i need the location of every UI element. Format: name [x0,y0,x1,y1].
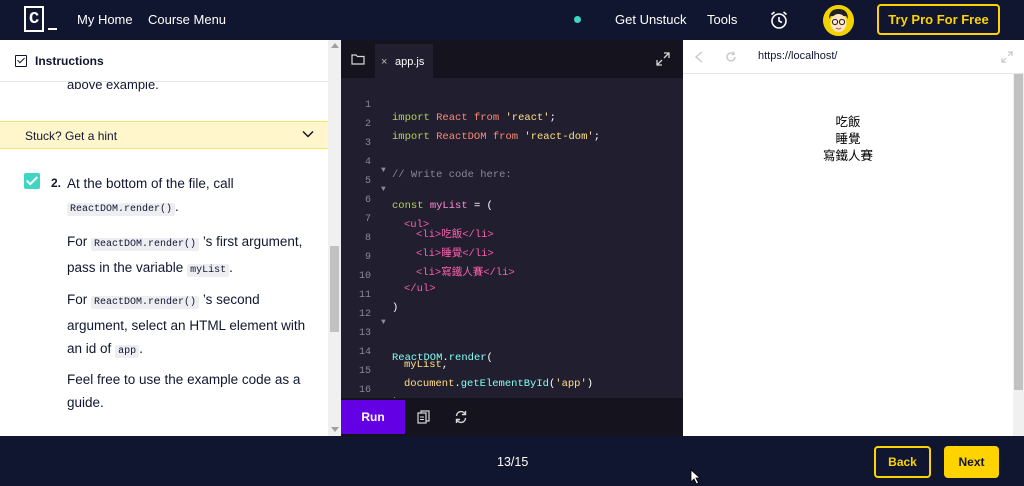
editor-action-bar: Run [341,398,683,436]
tab-label: app.js [395,56,425,68]
avatar-face-icon [823,5,854,36]
copy-code-icon[interactable] [417,410,430,424]
browser-url[interactable]: https://localhost/ [758,50,838,62]
expand-icon[interactable] [1001,51,1013,63]
reset-code-icon[interactable] [454,410,468,424]
code-line: 6 ▼ <ul> [341,183,683,231]
hint-label: Stuck? Get a hint [25,129,118,143]
code-line: 14 myList, [341,335,683,371]
p2-text-a: For [67,234,88,249]
run-button[interactable]: Run [341,400,405,434]
scroll-down-arrow[interactable] [331,427,339,432]
tab-app-js[interactable]: × app.js [375,44,433,78]
code-line: 13 ▼ ReactDOM.render( [341,316,683,364]
fold-arrow-icon[interactable]: ▼ [381,185,386,194]
try-pro-button[interactable]: Try Pro For Free [877,4,1000,35]
code-editor: × app.js 1 import React from 'react'; 2 … [341,40,683,436]
code-line: 3 [341,126,683,149]
lesson-progress: 13/15 [497,455,529,469]
status-dot [574,16,581,23]
chevron-down-icon [302,130,314,138]
fold-arrow-icon[interactable]: ▼ [381,166,386,175]
close-icon[interactable]: × [381,56,387,68]
task-number: 2. [51,176,62,190]
browser-scrollbar[interactable] [1013,74,1024,436]
instructions-scrollbar[interactable] [328,40,341,436]
task-checkbox[interactable] [24,173,40,189]
instructions-header: Instructions [0,40,328,82]
task-paragraph-1: At the bottom of the file, call ReactDOM… [67,172,317,221]
code-line: 10 </ul> [341,259,683,295]
expand-icon[interactable] [656,52,670,66]
instructions-panel: above example. Instructions Stuck? Get a… [0,40,341,436]
nav-my-home[interactable]: My Home [77,12,133,27]
bottom-bar: 13/15 Back Next [0,436,1024,486]
p3-text-a: For [67,292,88,307]
back-button[interactable]: Back [874,446,931,478]
instructions-check-icon [15,55,27,67]
instructions-title: Instructions [35,54,104,68]
p1-code: ReactDOM.render() [67,203,176,216]
code-line: 11 ) [341,278,683,314]
logo-underscore [48,28,57,30]
p2-code-2: myList [187,264,230,277]
browser-back-icon[interactable] [694,51,704,63]
hint-toggle[interactable]: Stuck? Get a hint [0,121,328,149]
code-line: 15 document.getElementById('app') [341,354,683,390]
p3-end: . [139,341,143,356]
nav-course-menu[interactable]: Course Menu [148,12,226,27]
scrollbar-thumb[interactable] [330,246,339,332]
code-line: 4 // Write code here: [341,145,683,181]
nav-get-unstuck[interactable]: Get Unstuck [615,12,687,27]
code-line: 1 import React from 'react'; [341,88,683,124]
code-line: 7 <li>吃飯</li> [341,202,683,241]
scrollbar-thumb[interactable] [1014,74,1023,390]
folder-icon[interactable] [351,53,365,65]
task-paragraph-2: For ReactDOM.render() ’s first argument,… [67,230,317,282]
next-button[interactable]: Next [944,446,999,478]
editor-tab-bar: × app.js [341,40,683,78]
task-paragraph-3: For ReactDOM.render() ’s second argument… [67,288,317,363]
code-line: 16 ); [341,373,683,409]
p2-code: ReactDOM.render() [91,238,200,251]
browser-toolbar: https://localhost/ [683,40,1024,74]
fold-arrow-icon[interactable]: ▼ [381,318,386,327]
alarm-clock-icon[interactable] [769,10,789,30]
scroll-up-arrow[interactable] [331,43,339,48]
mouse-cursor-icon [690,469,702,485]
p1-text: At the bottom of the file, call [67,176,234,191]
top-navbar: C My Home Course Menu Get Unstuck Tools … [0,0,1024,40]
code-line: 9 <li>寫鐵人賽</li> [341,240,683,279]
task-paragraph-4: Feel free to use the example code as a g… [67,372,301,410]
code-line: 12 [341,297,683,320]
p3-code: ReactDOM.render() [91,296,200,309]
code-text-area[interactable]: 1 import React from 'react'; 2 import Re… [341,88,683,409]
p1-end: . [175,199,179,214]
nav-tools[interactable]: Tools [707,12,737,27]
p3-code-2: app [115,345,140,358]
code-line: 2 import ReactDOM from 'react-dom'; [341,107,683,143]
logo-letter: C [29,10,40,29]
codecademy-logo[interactable]: C [24,6,58,34]
code-line: 5 ▼ const myList = ( [341,164,683,212]
p2-end: . [229,260,233,275]
browser-preview: https://localhost/ 吃飯 睡覺 寫鐵人賽 [683,40,1024,436]
line-number: 16 [358,385,371,396]
code-line: 8 <li>睡覺</li> [341,221,683,260]
list-item: 寫鐵人賽 [822,149,873,163]
user-avatar[interactable] [823,5,854,36]
browser-reload-icon[interactable] [725,51,737,63]
